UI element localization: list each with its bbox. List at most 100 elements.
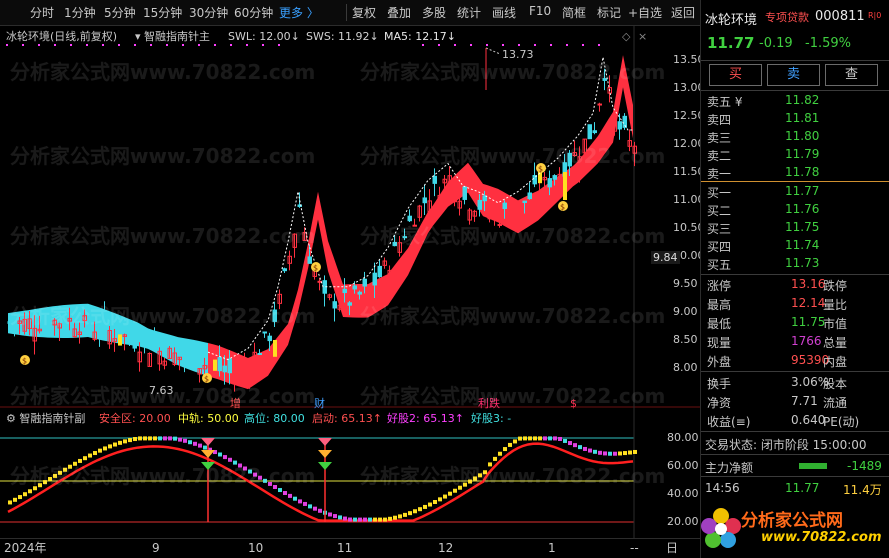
osc-step (613, 451, 617, 456)
row-label: 净资 (707, 396, 732, 410)
candle-body (352, 285, 357, 290)
quote-stock-name: 冰轮环境 (705, 13, 758, 28)
watermark: 分析家公式网www.70822.com (10, 60, 316, 84)
x-axis-end[interactable]: -- (630, 542, 639, 555)
signal-dot (486, 44, 488, 46)
sub-indicator-name[interactable]: ⚙ 智融指南针副 (6, 412, 85, 425)
osc-step (628, 450, 632, 455)
tab-30min[interactable]: 30分钟 (189, 4, 228, 21)
osc-step (183, 438, 187, 443)
watermark: 分析家公式网www.70822.com (10, 464, 316, 488)
tab-15min[interactable]: 15分钟 (143, 4, 182, 21)
candle-body (422, 197, 427, 204)
tab-fenshi[interactable]: 分时 (30, 4, 54, 21)
query-button[interactable]: 查 (825, 64, 878, 86)
flow-label: 主力净额 (705, 461, 754, 475)
signal-dot (246, 44, 248, 46)
sell-button[interactable]: 卖 (767, 64, 820, 86)
stock-flag: R|0 (868, 11, 882, 20)
signal-dot (54, 44, 56, 46)
osc-step (163, 436, 167, 441)
signal-dot (518, 44, 520, 46)
candle-body (462, 186, 467, 200)
osc-step (143, 436, 147, 441)
osc-step (388, 516, 392, 521)
candle-body (182, 351, 187, 360)
row-label: 卖一 (707, 167, 732, 181)
row-label-2: 总量 (823, 336, 848, 350)
signal-dot (422, 44, 424, 46)
x-label-12: 12 (438, 541, 454, 555)
osc-step (218, 452, 222, 457)
signal-dot (134, 44, 136, 46)
row-label: 买四 (707, 240, 732, 254)
signal-dot (86, 44, 88, 46)
btn-huaxian[interactable]: 画线 (492, 4, 516, 21)
btn-f10[interactable]: F10 (529, 4, 551, 18)
trading-window: { "toolbar":{"items":["分时","1分钟","5分钟","… (0, 0, 889, 558)
candle-body (592, 130, 597, 134)
gear-icon[interactable]: ⚙ (6, 412, 16, 425)
row-value: 11.80 (785, 129, 820, 143)
safe-zone: 安全区: 20.00 (99, 412, 171, 425)
signal-dot (278, 44, 280, 46)
yellow-candle (118, 334, 122, 346)
flow-bar (799, 463, 827, 469)
signal-dot (454, 44, 456, 46)
btn-duogu[interactable]: 多股 (422, 4, 446, 21)
row-label-2: 内盘 (823, 355, 848, 369)
btn-back[interactable]: 返回 (671, 4, 695, 21)
osc-step (498, 451, 502, 456)
osc-step (343, 516, 347, 521)
tab-5min[interactable]: 5分钟 (104, 4, 136, 21)
stat-row: 现量 1766 总量 (701, 333, 889, 351)
good3-value: 好股3: - (471, 412, 512, 425)
btn-add-watch[interactable]: +自选 (628, 4, 662, 21)
tab-60min[interactable]: 60分钟 (234, 4, 273, 21)
candle-body (357, 291, 362, 295)
signal-dot (118, 44, 120, 46)
tab-1min[interactable]: 1分钟 (64, 4, 96, 21)
signal-dot (502, 44, 504, 46)
btn-biaoji[interactable]: 标记 (597, 4, 621, 21)
row-label: 卖二 (707, 149, 732, 163)
bid-row: 买二 11.76 (701, 201, 889, 219)
row-value: 11.76 (785, 202, 820, 216)
osc-step (188, 440, 192, 445)
sub-tick: 40.00 (667, 487, 699, 500)
osc-step (123, 439, 127, 444)
signal-dot (582, 44, 584, 46)
price-tick: 9.50 (673, 277, 698, 290)
candle-body (527, 192, 532, 200)
row-label: 最低 (707, 317, 732, 331)
diamond-icon (201, 438, 215, 446)
osc-step (378, 517, 382, 522)
osc-step (348, 517, 352, 522)
row-value: 11.73 (785, 256, 820, 270)
row-value: 11.81 (785, 111, 820, 125)
signal-dot (550, 44, 552, 46)
row-label-2: 市值 (823, 317, 848, 331)
osc-step (513, 439, 517, 444)
money-bag-icon: $ (313, 264, 318, 273)
stat-row: 最低 11.75 市值 (701, 314, 889, 332)
candle-body (502, 202, 507, 210)
btn-jiankuang[interactable]: 简框 (562, 4, 586, 21)
trade-state: 交易状态: 闭市阶段 15:00:00 (705, 438, 867, 452)
btn-diejia[interactable]: 叠加 (387, 4, 411, 21)
btn-fuquan[interactable]: 复权 (352, 4, 376, 21)
row-label-2: 流通 (823, 396, 848, 410)
logo-text: 分析家公式网 (741, 511, 843, 531)
watermark: 分析家公式网www.70822.com (10, 304, 316, 328)
last-price: 11.77 (707, 34, 755, 52)
signal-dot (262, 44, 264, 46)
btn-tongji[interactable]: 统计 (457, 4, 481, 21)
promo-link[interactable]: 专项贷款 (765, 9, 809, 25)
buy-button[interactable]: 买 (709, 64, 762, 86)
signal-dot (198, 44, 200, 46)
candle-body (597, 103, 602, 106)
tab-more[interactable]: 更多 〉 (279, 4, 319, 21)
osc-step (563, 438, 567, 443)
candle-body (547, 178, 552, 188)
bid-row: 买五 11.73 (701, 255, 889, 273)
